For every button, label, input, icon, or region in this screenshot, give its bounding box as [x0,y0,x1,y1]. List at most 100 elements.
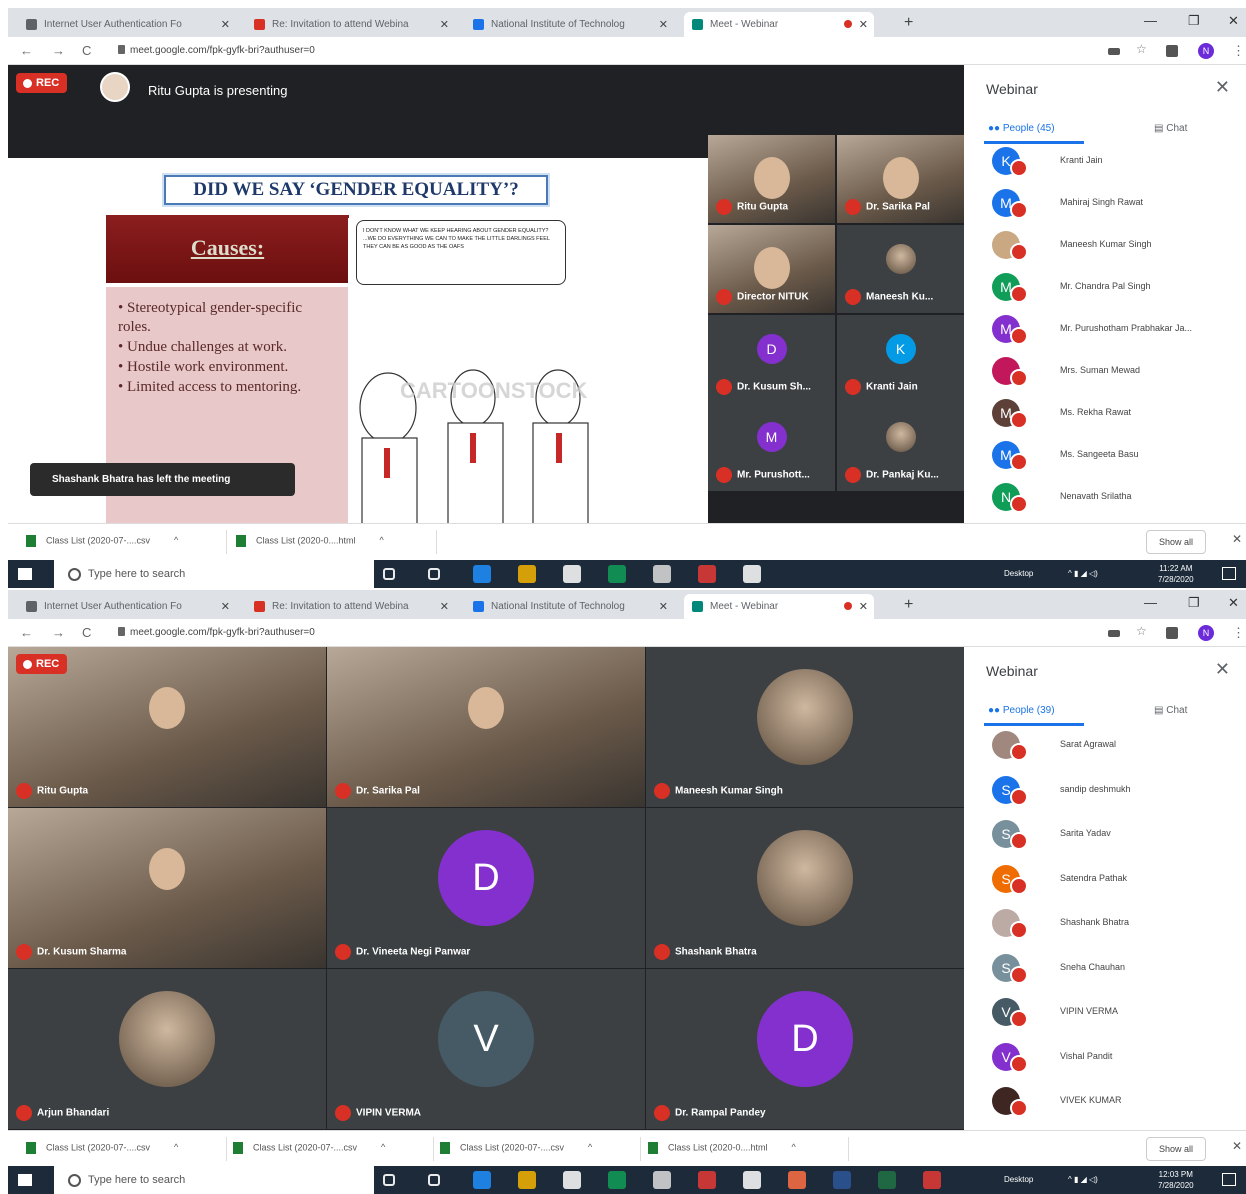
snap-icon[interactable] [428,568,440,580]
participant-tile[interactable]: D Dr. Kusum Sh... [708,315,835,403]
desktop-toolbar[interactable]: Desktop [1004,569,1033,578]
participant-tile[interactable]: Shashank Bhatra [646,808,964,968]
tab-people[interactable]: ●● People (39) [988,705,1055,716]
url-field[interactable]: meet.google.com/fpk-gyfk-bri?authuser=0 [130,45,315,56]
participant-row[interactable]: S sandip deshmukh [988,772,1238,808]
close-tab-icon[interactable]: ✕ [221,600,230,613]
menu-icon[interactable]: ⋮ [1232,625,1245,641]
tab-chat[interactable]: ▤ Chat [1154,705,1187,716]
participant-tile[interactable]: D Dr. Rampal Pandey [646,969,964,1129]
maximize-icon[interactable]: ❐ [1188,13,1200,29]
back-icon[interactable]: ← [20,625,33,640]
new-tab-icon[interactable]: + [904,14,913,32]
participant-row[interactable]: K Kranti Jain [988,143,1238,179]
download-item[interactable]: Class List (2020-07-....csv ^ [233,1142,385,1154]
participant-row[interactable]: M Mr. Chandra Pal Singh [988,269,1238,305]
participant-row[interactable]: V VIPIN VERMA [988,994,1238,1030]
browser-tab[interactable]: Re: Invitation to attend Webina ✕ [246,12,455,37]
store-icon[interactable] [743,1171,761,1189]
chevron-up-icon[interactable]: ^ [174,1142,178,1152]
back-icon[interactable]: ← [20,43,33,58]
minimize-icon[interactable]: — [1144,13,1157,28]
participant-row[interactable]: Shashank Bhatra [988,905,1238,941]
system-tray-icons[interactable]: ^ ▮ ◢ ◁) [1068,569,1098,578]
participant-tile[interactable]: Maneesh Ku... [837,225,964,313]
task-view-icon[interactable] [383,568,395,580]
participant-row[interactable]: Mrs. Suman Mewad [988,353,1238,389]
minimize-icon[interactable]: — [1144,595,1157,610]
browser-tab[interactable]: National Institute of Technolog ✕ [465,12,674,37]
participant-tile[interactable]: D Dr. Vineeta Negi Panwar [327,808,645,968]
close-tab-icon[interactable]: ✕ [440,600,449,613]
browser-tab[interactable]: Re: Invitation to attend Webina ✕ [246,594,455,619]
app-icon[interactable] [698,565,716,583]
participant-row[interactable]: M Mr. Purushotham Prabhakar Ja... [988,311,1238,347]
show-all-button[interactable]: Show all [1145,530,1206,554]
clock[interactable]: 11:22 AM 7/28/2020 [1158,563,1194,585]
bookmark-star-icon[interactable]: ☆ [1136,624,1148,638]
tab-chat[interactable]: ▤ Chat [1154,123,1187,134]
close-tab-icon[interactable]: ✕ [659,600,668,613]
forward-icon[interactable]: → [52,625,65,640]
mail-icon[interactable] [563,565,581,583]
browser-tab[interactable]: Internet User Authentication Fo ✕ [18,12,236,37]
camera-icon[interactable] [1108,48,1120,55]
windows-start-icon[interactable] [18,1174,32,1186]
app-icon[interactable] [653,565,671,583]
participant-tile[interactable]: Dr. Sarika Pal [327,647,645,807]
edge-icon[interactable] [473,565,491,583]
file-explorer-icon[interactable] [518,1171,536,1189]
taskbar-search[interactable]: Type here to search [54,560,374,588]
participant-row[interactable]: M Mahiraj Singh Rawat [988,185,1238,221]
close-window-icon[interactable]: ✕ [1228,13,1239,29]
windows-start-icon[interactable] [18,568,32,580]
close-downloads-icon[interactable]: ✕ [1232,1139,1242,1153]
chrome-icon[interactable] [608,565,626,583]
close-tab-icon[interactable]: ✕ [859,600,868,613]
participant-row[interactable]: VIVEK KUMAR [988,1083,1238,1119]
system-tray-icons[interactable]: ^ ▮ ◢ ◁) [1068,1175,1098,1184]
browser-tab[interactable]: Internet User Authentication Fo ✕ [18,594,236,619]
app-icon[interactable] [788,1171,806,1189]
close-tab-icon[interactable]: ✕ [659,18,668,31]
participant-row[interactable]: Maneesh Kumar Singh [988,227,1238,263]
participant-tile[interactable]: Arjun Bhandari [8,969,326,1129]
app-icon[interactable] [923,1171,941,1189]
profile-avatar[interactable]: N [1198,625,1214,641]
participant-row[interactable]: Sarat Agrawal [988,727,1238,763]
chevron-up-icon[interactable]: ^ [381,1142,385,1152]
store-icon[interactable] [743,565,761,583]
browser-tab[interactable]: Meet - Webinar ✕ [684,594,874,619]
camera-icon[interactable] [1108,630,1120,637]
clock[interactable]: 12:03 PM 7/28/2020 [1158,1169,1194,1191]
participant-row[interactable]: M Ms. Rekha Rawat [988,395,1238,431]
show-all-button[interactable]: Show all [1145,1137,1206,1161]
desktop-toolbar[interactable]: Desktop [1004,1175,1033,1184]
chevron-up-icon[interactable]: ^ [174,535,178,545]
app-icon[interactable] [698,1171,716,1189]
participant-tile[interactable]: Maneesh Kumar Singh [646,647,964,807]
download-item[interactable]: Class List (2020-07-....csv ^ [440,1142,592,1154]
browser-tab[interactable]: National Institute of Technolog ✕ [465,594,674,619]
snap-icon[interactable] [428,1174,440,1186]
reload-icon[interactable]: C [82,625,91,640]
chevron-up-icon[interactable]: ^ [380,535,384,545]
edge-icon[interactable] [473,1171,491,1189]
participant-row[interactable]: S Satendra Pathak [988,861,1238,897]
reload-icon[interactable]: C [82,43,91,58]
close-tab-icon[interactable]: ✕ [221,18,230,31]
menu-icon[interactable]: ⋮ [1232,43,1245,59]
tab-people[interactable]: ●● People (45) [988,123,1055,134]
notification-icon[interactable] [1222,1173,1236,1186]
chrome-icon[interactable] [608,1171,626,1189]
new-tab-icon[interactable]: + [904,596,913,614]
word-icon[interactable] [833,1171,851,1189]
close-window-icon[interactable]: ✕ [1228,595,1239,611]
participant-row[interactable]: M Ms. Sangeeta Basu [988,437,1238,473]
chevron-up-icon[interactable]: ^ [588,1142,592,1152]
participant-tile[interactable]: V VIPIN VERMA [327,969,645,1129]
participant-row[interactable]: S Sarita Yadav [988,816,1238,852]
download-item[interactable]: Class List (2020-0....html ^ [236,535,384,547]
participant-tile[interactable]: Director NITUK [708,225,835,313]
maximize-icon[interactable]: ❐ [1188,595,1200,611]
